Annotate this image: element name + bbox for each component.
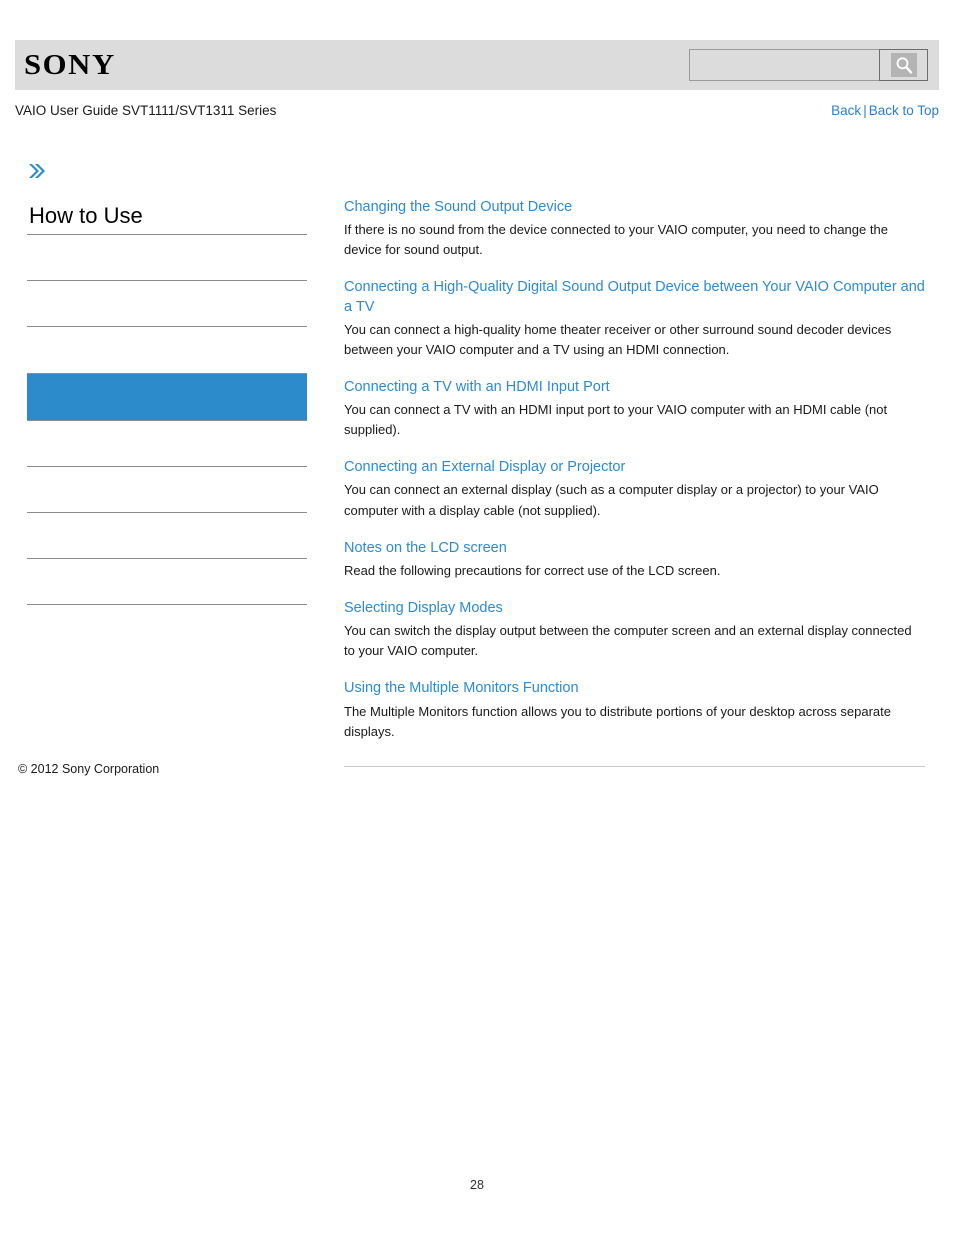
topic-entry: Connecting a High-Quality Digital Sound …	[344, 278, 925, 360]
topic-entry: Notes on the LCD screen Read the followi…	[344, 539, 925, 581]
page-number: 28	[470, 1178, 484, 1192]
topic-link[interactable]: Using the Multiple Monitors Function	[344, 679, 925, 698]
topic-entry: Connecting a TV with an HDMI Input Port …	[344, 378, 925, 440]
back-to-top-link[interactable]: Back to Top	[869, 103, 939, 118]
sony-logo: SONY	[24, 48, 116, 81]
sidebar-nav-list	[27, 235, 307, 606]
topic-link[interactable]: Connecting a TV with an HDMI Input Port	[344, 378, 925, 397]
topic-entry: Selecting Display Modes You can switch t…	[344, 599, 925, 661]
page-root: SONY VAIO User Guide SVT1111/SVT1311 Ser…	[0, 0, 954, 1235]
header-nav-links: Back | Back to Top	[831, 103, 939, 118]
sidebar-item-6[interactable]	[27, 467, 307, 514]
site-header: SONY	[15, 40, 939, 90]
sidebar-heading: How to Use	[27, 203, 307, 236]
content-divider	[344, 765, 925, 767]
sidebar-item-2[interactable]	[27, 281, 307, 328]
sidebar-item-active[interactable]	[27, 373, 307, 422]
sidebar: How to Use	[25, 160, 307, 606]
topic-entry: Using the Multiple Monitors Function The…	[344, 679, 925, 741]
double-chevron-right-icon[interactable]	[25, 160, 47, 182]
search-button[interactable]	[879, 49, 928, 81]
back-link[interactable]: Back	[831, 103, 861, 118]
sidebar-item-5[interactable]	[27, 421, 307, 468]
nav-separator: |	[863, 102, 867, 118]
topic-entry: Connecting an External Display or Projec…	[344, 458, 925, 520]
topic-description: If there is no sound from the device con…	[344, 222, 888, 258]
topic-link[interactable]: Changing the Sound Output Device	[344, 198, 925, 217]
topic-description: You can connect a high-quality home thea…	[344, 321, 892, 357]
topic-description: Read the following precautions for corre…	[344, 562, 721, 578]
topic-link[interactable]: Notes on the LCD screen	[344, 539, 925, 558]
search-icon	[890, 53, 917, 77]
topic-entry: Changing the Sound Output Device If ther…	[344, 198, 925, 260]
sidebar-item-3[interactable]	[27, 327, 307, 373]
copyright-text: © 2012 Sony Corporation	[18, 762, 160, 776]
sidebar-item-7[interactable]	[27, 513, 307, 560]
topic-description: The Multiple Monitors function allows yo…	[344, 703, 891, 739]
topic-link[interactable]: Connecting a High-Quality Digital Sound …	[344, 278, 925, 316]
topic-description: You can connect an external display (suc…	[344, 482, 879, 518]
topic-description: You can switch the display output betwee…	[344, 623, 912, 659]
topic-link[interactable]: Selecting Display Modes	[344, 599, 925, 618]
topic-description: You can connect a TV with an HDMI input …	[344, 402, 888, 438]
title-bar: VAIO User Guide SVT1111/SVT1311 Series B…	[15, 100, 939, 120]
sidebar-item-1[interactable]	[27, 235, 307, 282]
topic-link[interactable]: Connecting an External Display or Projec…	[344, 458, 925, 477]
topic-list: Changing the Sound Output Device If ther…	[344, 198, 925, 767]
guide-title: VAIO User Guide SVT1111/SVT1311 Series	[15, 102, 277, 118]
search-area	[689, 49, 928, 81]
search-input[interactable]	[689, 49, 879, 81]
sidebar-item-8[interactable]	[27, 559, 307, 606]
